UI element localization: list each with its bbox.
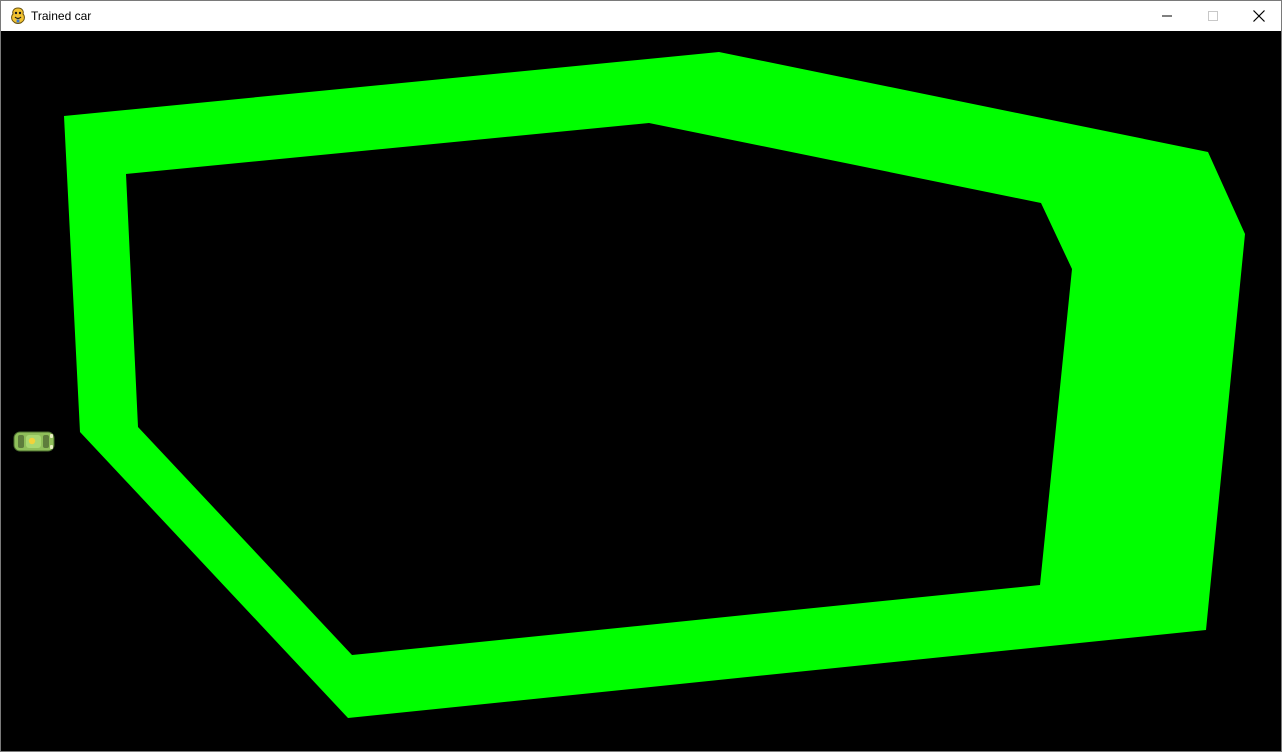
window-title: Trained car [31,9,92,23]
pygame-snake-icon [11,7,25,24]
minimize-icon [1162,15,1172,17]
game-canvas [1,31,1281,751]
game-window: Trained car [0,0,1282,752]
maximize-button[interactable] [1190,1,1236,31]
maximize-icon [1208,11,1218,21]
minimize-button[interactable] [1144,1,1190,31]
player-car [13,431,55,452]
close-button[interactable] [1236,1,1282,31]
title-bar[interactable]: Trained car [1,1,1281,31]
close-icon [1253,10,1265,22]
